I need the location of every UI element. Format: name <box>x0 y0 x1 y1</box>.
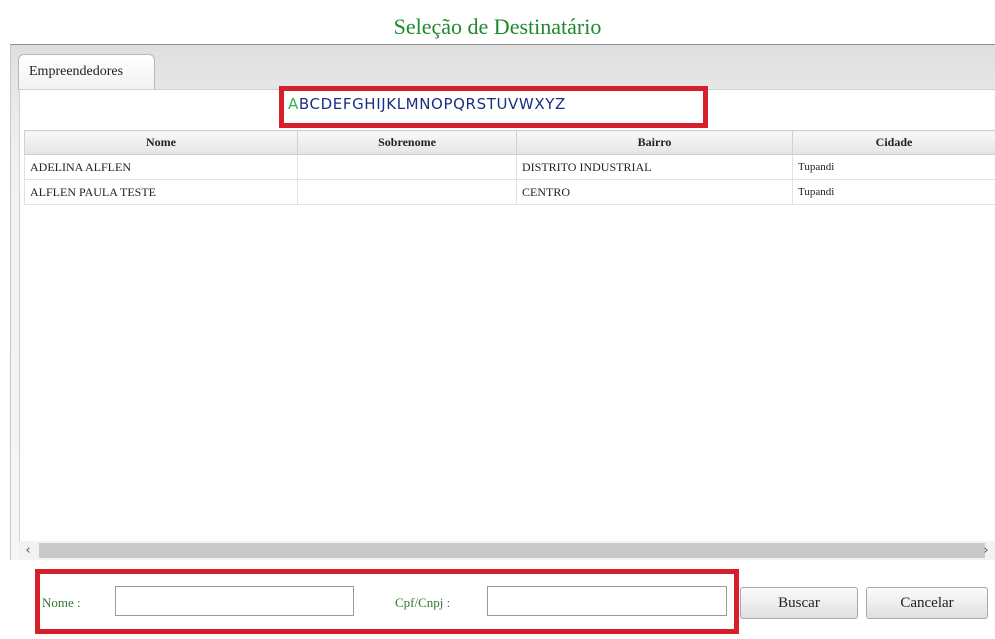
letter-filter-m[interactable]: M <box>406 95 420 113</box>
letter-filter-d[interactable]: D <box>321 95 333 113</box>
horizontal-scrollbar[interactable]: ‹ › <box>19 541 995 560</box>
letter-filter-h[interactable]: H <box>364 95 376 113</box>
cell-sobrenome <box>297 179 517 205</box>
letter-filter-z[interactable]: Z <box>555 95 566 113</box>
letter-filter-u[interactable]: U <box>496 95 508 113</box>
chevron-left-icon[interactable]: ‹ <box>19 541 37 560</box>
letter-filter-g[interactable]: G <box>352 95 364 113</box>
cell-bairro: CENTRO <box>516 179 793 205</box>
letter-filter-n[interactable]: N <box>419 95 431 113</box>
column-header-cidade[interactable]: Cidade <box>792 130 995 155</box>
letter-filter-o[interactable]: O <box>431 95 443 113</box>
buscar-button[interactable]: Buscar <box>740 587 858 619</box>
cpf-cnpj-input[interactable] <box>487 586 727 616</box>
cell-nome: ADELINA ALFLEN <box>24 154 298 180</box>
results-table: Nome Sobrenome Bairro Cidade ADELINA ALF… <box>24 130 995 205</box>
column-header-nome[interactable]: Nome <box>24 130 298 155</box>
nome-input[interactable] <box>115 586 354 616</box>
chevron-right-icon[interactable]: › <box>977 541 995 560</box>
table-row[interactable]: ADELINA ALFLEN DISTRITO INDUSTRIAL Tupan… <box>24 154 995 180</box>
letter-filter-w[interactable]: W <box>519 95 534 113</box>
table-row[interactable]: ALFLEN PAULA TESTE CENTRO Tupandi <box>24 179 995 205</box>
letter-filter-f[interactable]: F <box>343 95 352 113</box>
letter-filter-t[interactable]: T <box>487 95 497 113</box>
tab-empreendedores[interactable]: Empreendedores <box>18 54 155 90</box>
letter-filter-s[interactable]: S <box>477 95 487 113</box>
letter-filter-r[interactable]: R <box>466 95 477 113</box>
cell-cidade: Tupandi <box>792 179 995 205</box>
alphabet-filter: ABCDEFGHIJKLMNOPQRSTUVWXYZ <box>288 95 708 119</box>
cell-nome: ALFLEN PAULA TESTE <box>24 179 298 205</box>
letter-filter-k[interactable]: K <box>386 95 396 113</box>
letter-filter-v[interactable]: V <box>508 95 519 113</box>
letter-filter-l[interactable]: L <box>397 95 406 113</box>
scrollbar-thumb[interactable] <box>39 543 985 558</box>
cell-sobrenome <box>297 154 517 180</box>
letter-filter-q[interactable]: Q <box>453 95 465 113</box>
cell-bairro: DISTRITO INDUSTRIAL <box>516 154 793 180</box>
cell-cidade: Tupandi <box>792 154 995 180</box>
cpf-cnpj-label: Cpf/Cnpj : <box>395 595 451 610</box>
column-header-bairro[interactable]: Bairro <box>516 130 793 155</box>
letter-filter-y[interactable]: Y <box>545 95 555 113</box>
letter-filter-e[interactable]: E <box>333 95 343 113</box>
letter-filter-c[interactable]: C <box>310 95 321 113</box>
letter-filter-p[interactable]: P <box>443 95 453 113</box>
column-header-sobrenome[interactable]: Sobrenome <box>297 130 517 155</box>
nome-label: Nome : <box>42 595 81 610</box>
letter-filter-a[interactable]: A <box>288 95 299 113</box>
table-header-row: Nome Sobrenome Bairro Cidade <box>24 130 995 155</box>
letter-filter-x[interactable]: X <box>534 95 545 113</box>
letter-filter-b[interactable]: B <box>299 95 310 113</box>
cancelar-button[interactable]: Cancelar <box>866 587 988 619</box>
dialog-title: Seleção de Destinatário <box>393 14 602 39</box>
